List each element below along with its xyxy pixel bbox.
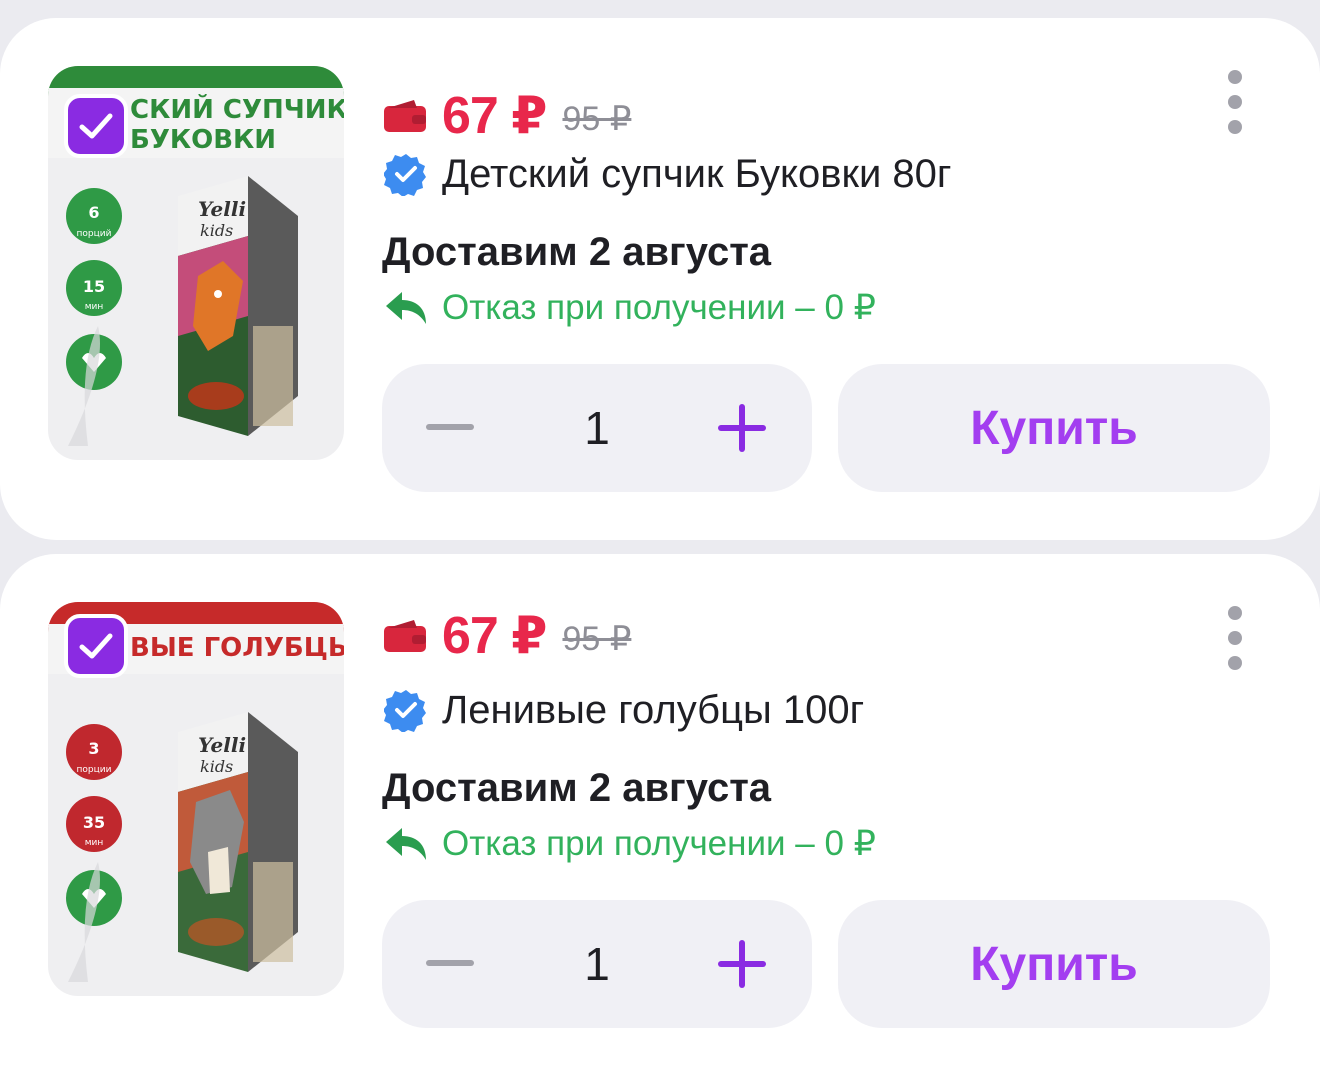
quantity-value: 1	[584, 938, 610, 990]
product-title-row[interactable]: Детский супчик Буковки 80г	[384, 148, 952, 200]
svg-text:15: 15	[83, 277, 105, 296]
kebab-menu-icon[interactable]	[1220, 606, 1250, 678]
select-checkbox[interactable]	[64, 614, 128, 678]
checkmark-icon	[79, 633, 113, 659]
product-title[interactable]: Детский супчик Буковки 80г	[442, 152, 952, 197]
old-price: 95 ₽	[562, 620, 632, 658]
kebab-menu-icon[interactable]	[1220, 70, 1250, 142]
svg-text:kids: kids	[200, 221, 233, 240]
current-price: 67 ₽	[442, 607, 547, 665]
svg-text:6: 6	[88, 203, 99, 222]
verified-icon	[384, 154, 426, 196]
product-card: ВЫЕ ГОЛУБЦЫ 3 порции 35 мин Yelli kids 6…	[0, 554, 1320, 1088]
verified-icon	[384, 690, 426, 732]
delivery-date: Доставим 2 августа	[382, 766, 772, 810]
return-policy: Отказ при получении – 0 ₽	[384, 824, 876, 864]
brand-label: Yelli	[198, 733, 246, 757]
banner-text: СКИЙ СУПЧИК	[130, 93, 344, 125]
minus-icon[interactable]	[426, 424, 474, 430]
select-checkbox[interactable]	[64, 94, 128, 158]
buy-button[interactable]: Купить	[838, 364, 1270, 492]
svg-text:35: 35	[83, 813, 105, 832]
svg-text:мин: мин	[85, 838, 104, 848]
old-price: 95 ₽	[562, 100, 632, 138]
svg-text:порции: порции	[77, 765, 112, 775]
price-row: 67 ₽ 95 ₽	[384, 76, 631, 156]
wallet-icon	[384, 620, 426, 652]
svg-text:порций: порций	[77, 229, 112, 239]
quantity-value: 1	[584, 402, 610, 454]
return-policy: Отказ при получении – 0 ₽	[384, 288, 876, 328]
return-policy-text: Отказ при получении – 0 ₽	[442, 288, 876, 327]
quantity-stepper: 1	[382, 900, 812, 1028]
svg-text:3: 3	[88, 739, 99, 758]
product-title-row[interactable]: Ленивые голубцы 100г	[384, 684, 864, 736]
return-arrow-icon	[386, 292, 426, 324]
plus-icon[interactable]	[718, 404, 766, 452]
wallet-icon	[384, 100, 426, 132]
return-policy-text: Отказ при получении – 0 ₽	[442, 824, 876, 863]
plus-icon[interactable]	[718, 940, 766, 988]
svg-text:kids: kids	[200, 757, 233, 776]
banner-text: ВЫЕ ГОЛУБЦЫ	[130, 633, 344, 663]
buy-button[interactable]: Купить	[838, 900, 1270, 1028]
banner-text: БУКОВКИ	[130, 125, 276, 155]
current-price: 67 ₽	[442, 87, 547, 145]
return-arrow-icon	[386, 828, 426, 860]
price-row: 67 ₽ 95 ₽	[384, 596, 631, 676]
delivery-date: Доставим 2 августа	[382, 230, 772, 274]
svg-text:мин: мин	[85, 302, 104, 312]
product-title[interactable]: Ленивые голубцы 100г	[442, 688, 864, 733]
checkmark-icon	[79, 113, 113, 139]
minus-icon[interactable]	[426, 960, 474, 966]
brand-label: Yelli	[198, 197, 246, 221]
product-card: СКИЙ СУПЧИК БУКОВКИ 6 порций 15 мин Yell…	[0, 18, 1320, 540]
quantity-stepper: 1	[382, 364, 812, 492]
